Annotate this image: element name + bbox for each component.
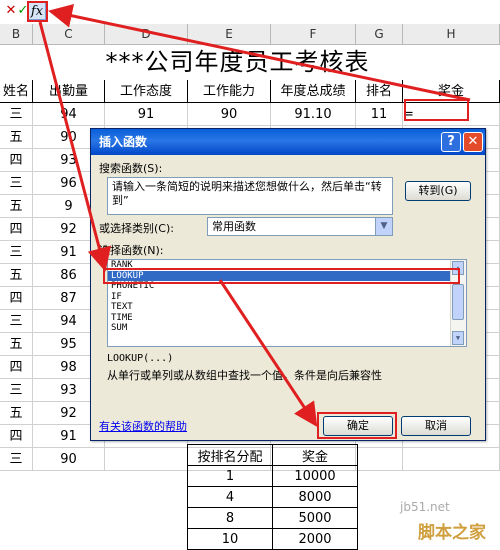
arrow-to-fx [48,3,471,102]
arrow-to-ok [218,279,318,428]
watermark-logo: 脚本之家 [418,523,486,543]
arrow-to-lookup [38,21,112,272]
watermark-url: jb51.net [400,500,450,514]
annotation-arrows [38,3,471,428]
